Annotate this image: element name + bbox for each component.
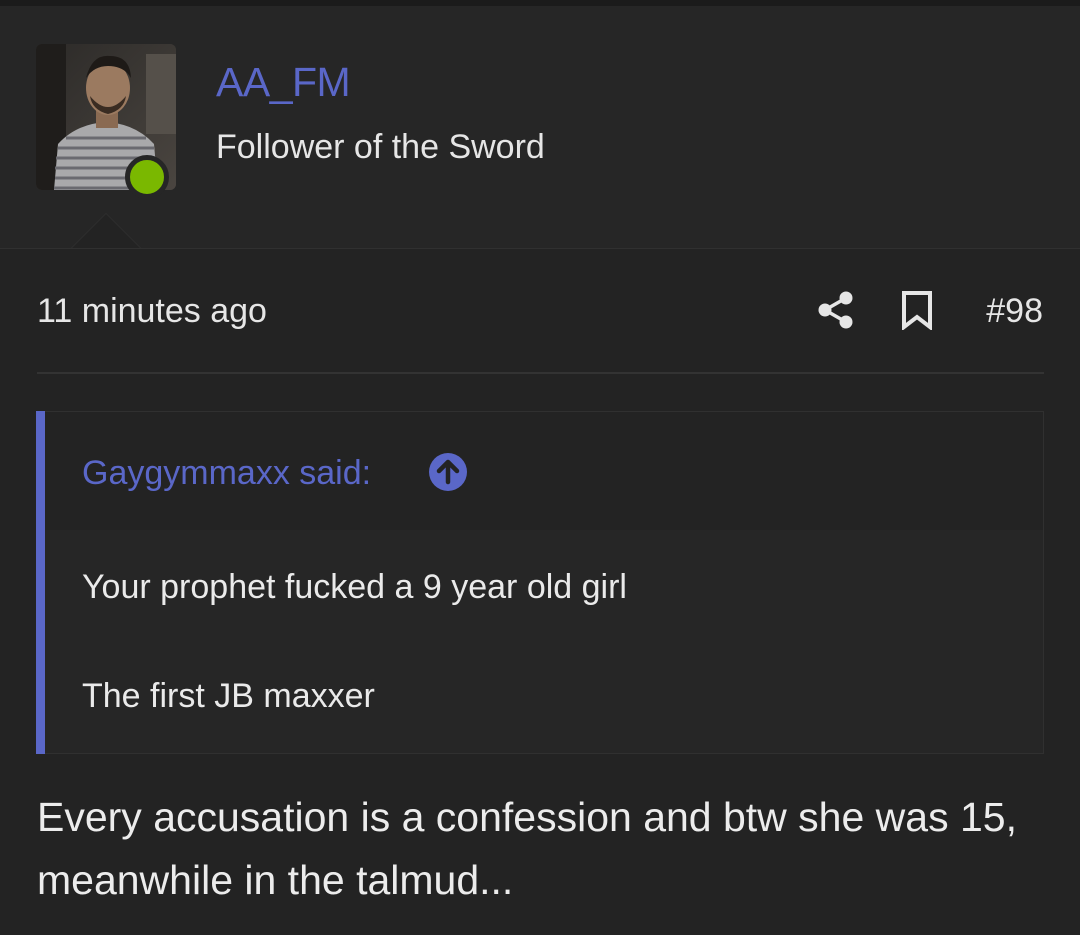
- bookmark-icon[interactable]: [900, 290, 934, 332]
- share-icon[interactable]: [816, 290, 856, 330]
- post-timestamp[interactable]: 11 minutes ago: [37, 290, 267, 332]
- header-pointer: [72, 214, 140, 248]
- quote-text-line: Your prophet fucked a 9 year old girl: [82, 568, 627, 606]
- avatar-wrap[interactable]: [36, 44, 176, 199]
- user-title: Follower of the Sword: [216, 128, 545, 166]
- post-divider: [37, 372, 1044, 374]
- quote-accent-bar: [36, 411, 45, 754]
- username-link[interactable]: AA_FM: [216, 58, 351, 106]
- arrow-up-circle-icon[interactable]: [428, 452, 468, 492]
- online-status-indicator: [125, 155, 169, 199]
- quote-author-link[interactable]: Gaygymmaxx said:: [82, 452, 371, 494]
- user-header: AA_FM Follower of the Sword: [0, 6, 1080, 249]
- quote-block: Gaygymmaxx said: Your prophet fucked a 9…: [36, 411, 1044, 754]
- post-number-link[interactable]: #98: [986, 290, 1043, 332]
- post-body-text: Every accusation is a confession and btw…: [37, 794, 1017, 903]
- quote-header: Gaygymmaxx said:: [45, 412, 1043, 530]
- quote-text-line: The first JB maxxer: [82, 677, 375, 715]
